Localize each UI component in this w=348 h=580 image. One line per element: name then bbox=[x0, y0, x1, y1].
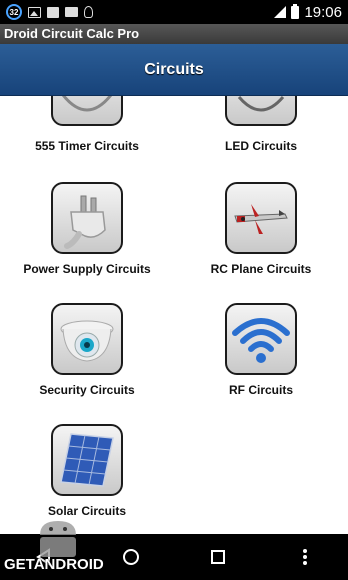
overflow-menu-icon[interactable] bbox=[285, 537, 325, 577]
tile-solar[interactable]: Solar Circuits bbox=[0, 424, 174, 524]
tile-rf[interactable]: RF Circuits bbox=[174, 303, 348, 403]
circuits-grid[interactable]: 555 Timer Circuits LED Circuits Power Su… bbox=[0, 96, 348, 534]
recents-icon[interactable] bbox=[198, 537, 238, 577]
power-plug-icon[interactable] bbox=[51, 182, 123, 254]
tile-label: RF Circuits bbox=[228, 383, 293, 397]
timer-chip-icon[interactable] bbox=[51, 96, 123, 126]
home-icon[interactable] bbox=[111, 537, 151, 577]
tile-label: Solar Circuits bbox=[47, 504, 127, 518]
media-notification-icon bbox=[65, 7, 78, 17]
tile-power-supply[interactable]: Power Supply Circuits bbox=[0, 182, 174, 282]
page-title: Circuits bbox=[144, 60, 204, 78]
tile-security[interactable]: Security Circuits bbox=[0, 303, 174, 403]
solar-panel-icon[interactable] bbox=[51, 424, 123, 496]
book-notification-icon bbox=[47, 6, 59, 18]
page-header: Circuits bbox=[0, 44, 348, 96]
tile-label: LED Circuits bbox=[224, 139, 297, 153]
status-right-icons: 19:06 bbox=[274, 3, 342, 21]
tip-notification-icon bbox=[84, 6, 93, 18]
tile-led[interactable]: LED Circuits bbox=[174, 96, 348, 166]
notification-count-badge: 32 bbox=[6, 4, 22, 20]
wifi-signal-icon[interactable] bbox=[225, 303, 297, 375]
clock-time: 19:06 bbox=[304, 3, 342, 21]
status-bar: 32 19:06 bbox=[0, 0, 348, 24]
tile-label: Security Circuits bbox=[39, 383, 135, 397]
rc-plane-icon[interactable] bbox=[225, 182, 297, 254]
battery-icon bbox=[291, 3, 300, 19]
tile-label: RC Plane Circuits bbox=[210, 262, 312, 276]
tile-rc-plane[interactable]: RC Plane Circuits bbox=[174, 182, 348, 282]
image-notification-icon bbox=[28, 6, 41, 18]
status-left-icons: 32 bbox=[6, 4, 93, 20]
security-camera-icon[interactable] bbox=[51, 303, 123, 375]
cell-signal-icon bbox=[274, 6, 287, 18]
app-title: Droid Circuit Calc Pro bbox=[0, 24, 348, 44]
system-nav-bar bbox=[0, 534, 348, 580]
led-icon[interactable] bbox=[225, 96, 297, 126]
back-icon[interactable] bbox=[24, 537, 64, 577]
tile-label: Power Supply Circuits bbox=[23, 262, 151, 276]
tile-label: 555 Timer Circuits bbox=[35, 139, 139, 153]
tile-555-timer[interactable]: 555 Timer Circuits bbox=[0, 96, 174, 166]
